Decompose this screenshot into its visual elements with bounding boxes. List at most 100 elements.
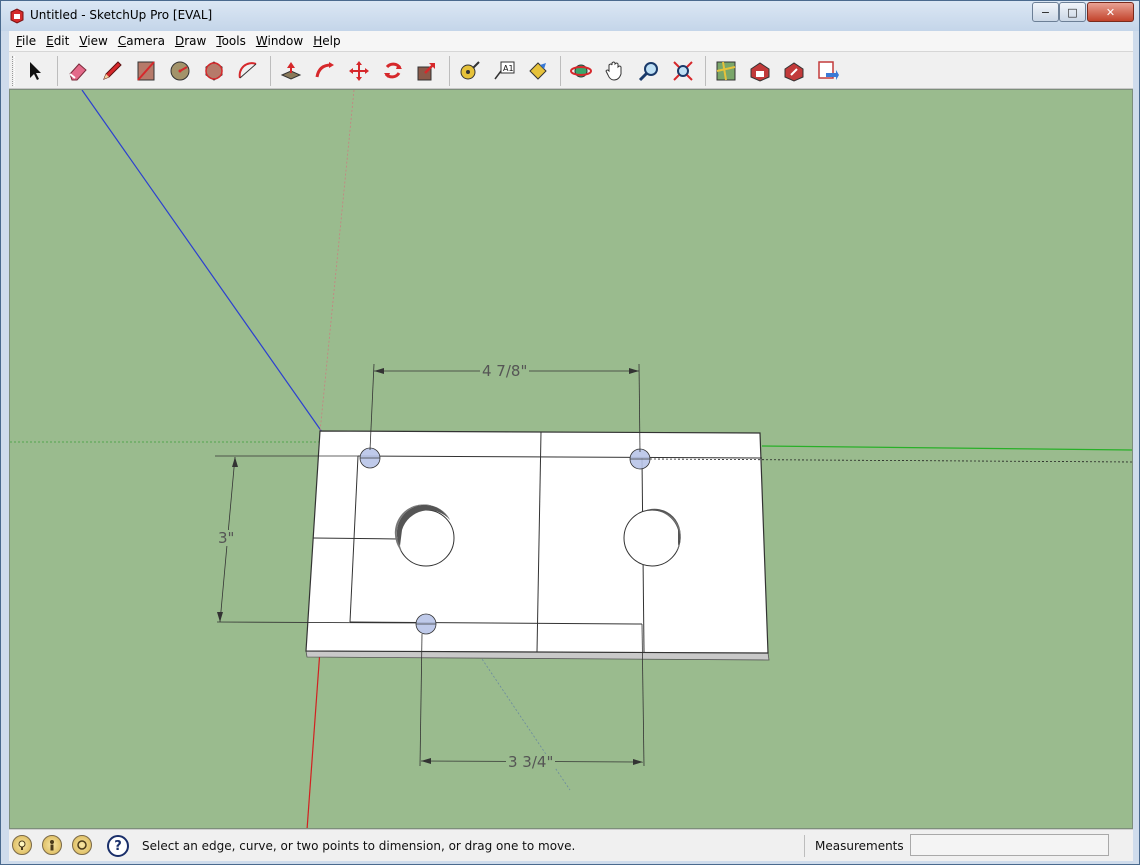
- toolbar-separator: [705, 56, 706, 86]
- scale-tool-button[interactable]: [411, 55, 443, 87]
- pencil-line-icon: [103, 61, 122, 80]
- rotate-icon: [384, 62, 402, 79]
- menu-bar: File Edit View Camera Draw Tools Window …: [9, 31, 1133, 51]
- add-location-icon: [716, 61, 736, 81]
- move-tool-button[interactable]: [343, 55, 375, 87]
- user-account-icon: [77, 840, 87, 850]
- blue-axis: [81, 90, 323, 433]
- tape-measure-tool-button[interactable]: [454, 55, 486, 87]
- scale-icon: [417, 63, 435, 81]
- menu-help[interactable]: Help: [308, 34, 345, 48]
- polygon-tool-button[interactable]: [198, 55, 230, 87]
- menu-view-label: iew: [87, 34, 108, 48]
- app-window: Untitled - SketchUp Pro [EVAL] − □ ✕ Fil…: [0, 0, 1140, 865]
- rectangle-icon: [137, 61, 155, 81]
- svg-text:A1: A1: [503, 64, 514, 73]
- paint-bucket-icon: [529, 62, 547, 80]
- zoom-extents-icon: [673, 61, 693, 81]
- close-button[interactable]: ✕: [1087, 2, 1134, 22]
- 3d-warehouse-icon: [750, 62, 770, 82]
- status-message: Select an edge, curve, or two points to …: [142, 839, 576, 853]
- toolbar-grip[interactable]: [12, 56, 15, 86]
- toolbar-separator: [449, 56, 450, 86]
- menu-edit[interactable]: Edit: [41, 34, 74, 48]
- measurements-input[interactable]: [910, 834, 1109, 856]
- help-instructor-button[interactable]: ?: [107, 835, 129, 857]
- dimension-top-label[interactable]: 4 7/8": [480, 363, 530, 379]
- rectangle-tool-button[interactable]: [130, 55, 162, 87]
- menu-window-label: indow: [267, 34, 304, 48]
- red-axis: [306, 649, 321, 828]
- question-mark-icon: ?: [114, 838, 122, 854]
- light-bulb-icon: [18, 840, 26, 850]
- arc-icon: [238, 62, 257, 79]
- maximize-button[interactable]: □: [1059, 2, 1086, 22]
- menu-help-label: elp: [322, 34, 341, 48]
- eraser-tool-button[interactable]: [62, 55, 94, 87]
- push-pull-icon: [280, 62, 302, 80]
- drawing-viewport[interactable]: 4 7/8" 3" 3 3/4": [9, 89, 1133, 829]
- 3d-warehouse-tool-button[interactable]: [744, 55, 776, 87]
- menu-draw[interactable]: Draw: [170, 34, 211, 48]
- rotate-tool-button[interactable]: [377, 55, 409, 87]
- share-model-icon: [784, 62, 804, 82]
- circle-icon: [170, 61, 190, 81]
- menu-help-accel: H: [313, 34, 323, 48]
- menu-camera[interactable]: Camera: [113, 34, 170, 48]
- measurements-label: Measurements: [815, 839, 904, 853]
- share-model-tool-button[interactable]: [778, 55, 810, 87]
- follow-me-tool-button[interactable]: [309, 55, 341, 87]
- circle-tool-button[interactable]: [164, 55, 196, 87]
- pencil-tool-button[interactable]: [96, 55, 128, 87]
- geo-location-icon[interactable]: [12, 835, 32, 855]
- tape-measure-icon: [460, 61, 480, 80]
- toolbar-separator: [57, 56, 58, 86]
- text-icon: A1: [494, 61, 515, 80]
- sign-in-icon[interactable]: [72, 835, 92, 855]
- extension-warehouse-tool-button[interactable]: [812, 55, 844, 87]
- select-icon: [30, 62, 41, 80]
- zoom-tool-button[interactable]: [633, 55, 665, 87]
- status-divider: [804, 835, 805, 857]
- polygon-icon: [205, 61, 223, 81]
- zoom-extents-tool-button[interactable]: [667, 55, 699, 87]
- eraser-icon: [69, 63, 87, 81]
- credits-icon[interactable]: [42, 835, 62, 855]
- info-person-icon: [50, 840, 54, 851]
- menu-edit-accel: E: [46, 34, 54, 48]
- menu-tools-label: ools: [221, 34, 246, 48]
- select-tool-button[interactable]: [19, 55, 51, 87]
- pan-icon: [605, 61, 622, 81]
- orbit-icon: [570, 64, 592, 78]
- dimension-bottom-label[interactable]: 3 3/4": [506, 754, 556, 770]
- push-pull-tool-button[interactable]: [275, 55, 307, 87]
- arc-tool-button[interactable]: [232, 55, 264, 87]
- text-tool-button[interactable]: A1: [488, 55, 520, 87]
- follow-me-icon: [315, 62, 334, 78]
- dimension-left-label[interactable]: 3": [216, 530, 237, 546]
- menu-edit-label: dit: [53, 34, 70, 48]
- toolbar-separator: [270, 56, 271, 86]
- add-location-tool-button[interactable]: [710, 55, 742, 87]
- pan-tool-button[interactable]: [599, 55, 631, 87]
- menu-camera-accel: C: [117, 34, 127, 48]
- menu-view[interactable]: View: [74, 34, 112, 48]
- menu-draw-accel: D: [174, 34, 185, 48]
- title-bar: Untitled - SketchUp Pro [EVAL] − □ ✕: [1, 1, 1139, 31]
- green-axis: [761, 445, 1132, 451]
- window-title: Untitled - SketchUp Pro [EVAL]: [30, 8, 213, 22]
- move-icon: [349, 61, 369, 81]
- paint-bucket-tool-button[interactable]: [522, 55, 554, 87]
- menu-file[interactable]: File: [11, 34, 41, 48]
- tool-group-main: A1: [19, 54, 846, 88]
- menu-window[interactable]: Window: [251, 34, 308, 48]
- toolbar-separator: [560, 56, 561, 86]
- menu-tools[interactable]: Tools: [211, 34, 251, 48]
- model-canvas[interactable]: [10, 90, 1133, 829]
- hole-right: [623, 508, 681, 567]
- minimize-button[interactable]: −: [1032, 2, 1059, 22]
- orbit-tool-button[interactable]: [565, 55, 597, 87]
- menu-draw-label: raw: [184, 34, 207, 48]
- extension-warehouse-icon: [818, 61, 839, 80]
- menu-camera-label: amera: [126, 34, 165, 48]
